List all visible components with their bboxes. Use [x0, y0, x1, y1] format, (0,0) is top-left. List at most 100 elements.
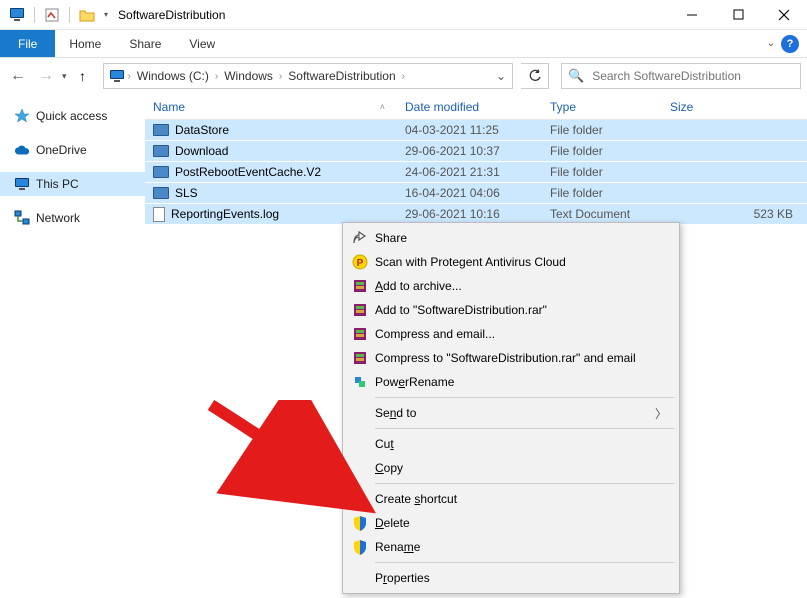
search-box[interactable]: 🔍 [561, 63, 801, 89]
column-header-type[interactable]: Type [550, 100, 670, 114]
ribbon-collapse-icon[interactable]: ⌄ [767, 38, 775, 49]
properties-icon[interactable] [43, 6, 61, 24]
file-tab[interactable]: File [0, 30, 55, 57]
back-button[interactable]: ← [6, 64, 30, 88]
separator [34, 7, 35, 23]
column-header-name[interactable]: Name ˄ [145, 100, 405, 114]
history-dropdown-icon[interactable]: ▾ [62, 71, 67, 82]
file-date: 24-06-2021 21:31 [405, 165, 550, 179]
window-title: SoftwareDistribution [118, 8, 225, 22]
cm-add-archive[interactable]: Add to archive... [345, 274, 677, 298]
search-input[interactable] [590, 68, 794, 84]
sidebar-item-label: This PC [36, 177, 79, 191]
chevron-down-icon[interactable]: ▾ [104, 10, 108, 19]
file-date: 29-06-2021 10:16 [405, 207, 550, 221]
column-header-size[interactable]: Size [670, 100, 807, 114]
separator [375, 428, 675, 429]
file-icon [153, 207, 165, 222]
sidebar-item-onedrive[interactable]: OneDrive [0, 138, 145, 162]
app-icon [8, 6, 26, 24]
forward-button[interactable]: → [34, 64, 58, 88]
sidebar-item-network[interactable]: Network [0, 206, 145, 230]
address-bar[interactable]: › Windows (C:) › Windows › SoftwareDistr… [103, 63, 513, 89]
winrar-icon [351, 325, 369, 343]
network-icon [14, 210, 30, 226]
folder-icon[interactable] [78, 6, 96, 24]
cm-powerrename[interactable]: PowerRename [345, 370, 677, 394]
cm-share[interactable]: Share [345, 226, 677, 250]
sidebar-item-label: Network [36, 211, 80, 225]
sidebar-item-label: Quick access [36, 109, 107, 123]
file-date: 16-04-2021 04:06 [405, 186, 550, 200]
sidebar-item-quick-access[interactable]: Quick access [0, 104, 145, 128]
maximize-button[interactable] [715, 0, 761, 30]
table-row[interactable]: DataStore04-03-2021 11:25File folder [145, 120, 807, 141]
chevron-right-icon[interactable]: › [213, 71, 220, 82]
separator [375, 397, 675, 398]
file-type: File folder [550, 144, 670, 158]
view-tab[interactable]: View [175, 30, 229, 57]
up-button[interactable]: ↑ [71, 64, 95, 88]
file-name: SLS [175, 186, 198, 200]
file-date: 29-06-2021 10:37 [405, 144, 550, 158]
cm-cut[interactable]: Cut [345, 432, 677, 456]
cm-label: Copy [375, 461, 403, 475]
cm-add-rar[interactable]: Add to "SoftwareDistribution.rar" [345, 298, 677, 322]
star-icon [14, 108, 30, 124]
cm-copy[interactable]: Copy [345, 456, 677, 480]
cm-label: Delete [375, 516, 410, 530]
cm-create-shortcut[interactable]: Create shortcut [345, 487, 677, 511]
cm-label: Rename [375, 540, 420, 554]
cm-label: PowerRename [375, 375, 454, 389]
file-type: Text Document [550, 207, 670, 221]
cm-label: Properties [375, 571, 430, 585]
folder-icon [153, 166, 169, 178]
winrar-icon [351, 349, 369, 367]
chevron-right-icon[interactable]: › [277, 71, 284, 82]
navigation-pane: Quick access OneDrive This PC Network [0, 94, 145, 598]
column-headers[interactable]: Name ˄ Date modified Type Size [145, 94, 807, 120]
cm-properties[interactable]: Properties [345, 566, 677, 590]
cm-label: Create shortcut [375, 492, 457, 506]
file-list: DataStore04-03-2021 11:25File folderDown… [145, 120, 807, 225]
navigation-bar: ← → ▾ ↑ › Windows (C:) › Windows › Softw… [0, 58, 807, 94]
breadcrumb-item[interactable]: SoftwareDistribution [284, 69, 399, 83]
separator [375, 562, 675, 563]
help-icon[interactable]: ? [781, 35, 799, 53]
submenu-arrow-icon: 〉 [655, 405, 667, 422]
cm-compress-rar-email[interactable]: Compress to "SoftwareDistribution.rar" a… [345, 346, 677, 370]
shield-icon [351, 538, 369, 556]
breadcrumb-item[interactable]: Windows [220, 69, 277, 83]
shield-icon [351, 514, 369, 532]
minimize-button[interactable] [669, 0, 715, 30]
sidebar-item-label: OneDrive [36, 143, 87, 157]
chevron-right-icon[interactable]: › [400, 71, 407, 82]
share-tab[interactable]: Share [115, 30, 175, 57]
quick-access-toolbar: ▾ [0, 6, 108, 24]
cm-send-to[interactable]: Send to 〉 [345, 401, 677, 425]
powerrename-icon [351, 373, 369, 391]
column-header-date[interactable]: Date modified [405, 100, 550, 114]
protegent-icon: P [351, 253, 369, 271]
folder-icon [153, 187, 169, 199]
breadcrumb-item[interactable]: Windows (C:) [133, 69, 213, 83]
table-row[interactable]: PostRebootEventCache.V224-06-2021 21:31F… [145, 162, 807, 183]
cm-scan[interactable]: P Scan with Protegent Antivirus Cloud [345, 250, 677, 274]
file-type: File folder [550, 123, 670, 137]
column-label: Name [153, 100, 185, 114]
cm-label: Add to archive... [375, 279, 462, 293]
cm-delete[interactable]: Delete [345, 511, 677, 535]
chevron-right-icon[interactable]: › [126, 71, 133, 82]
share-icon [351, 229, 369, 247]
table-row[interactable]: Download29-06-2021 10:37File folder [145, 141, 807, 162]
cm-compress-email[interactable]: Compress and email... [345, 322, 677, 346]
file-name: ReportingEvents.log [171, 207, 279, 221]
home-tab[interactable]: Home [55, 30, 115, 57]
table-row[interactable]: SLS16-04-2021 04:06File folder [145, 183, 807, 204]
address-dropdown-icon[interactable]: ⌄ [490, 69, 512, 83]
cm-label: Add to "SoftwareDistribution.rar" [375, 303, 547, 317]
close-button[interactable] [761, 0, 807, 30]
refresh-button[interactable] [521, 63, 549, 89]
cm-rename[interactable]: Rename [345, 535, 677, 559]
sidebar-item-this-pc[interactable]: This PC [0, 172, 145, 196]
